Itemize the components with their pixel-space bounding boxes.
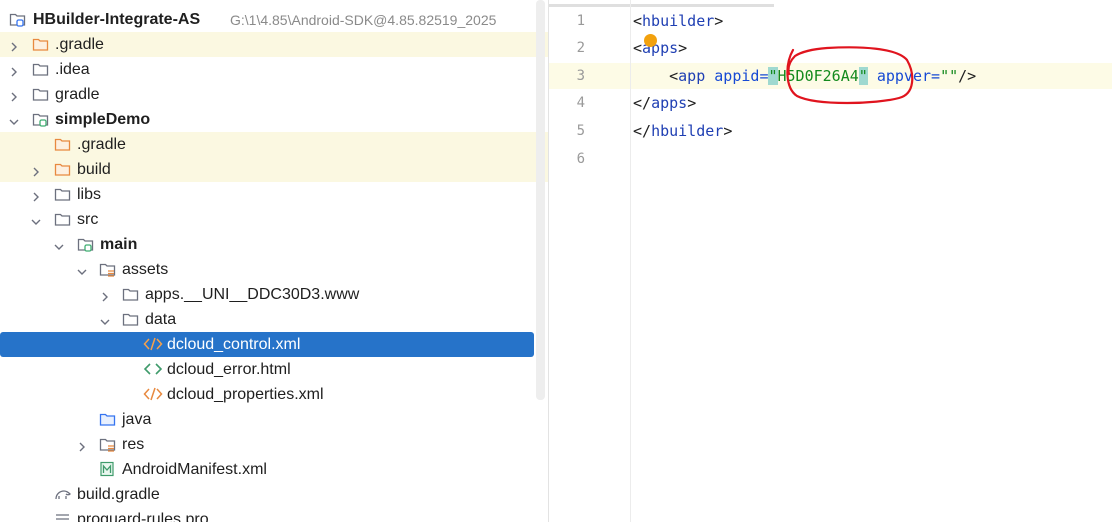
chevron-right-icon[interactable] <box>9 89 19 102</box>
tree-item-libs[interactable]: libs <box>0 182 548 207</box>
tree-scrollbar[interactable] <box>536 0 545 400</box>
folder-icon <box>32 61 49 77</box>
tree-item-label: src <box>77 211 99 228</box>
code-text: <hbuilder> <box>633 12 724 30</box>
tree-item-main[interactable]: main <box>0 232 548 257</box>
html-file-icon <box>143 361 163 377</box>
tree-item-label: AndroidManifest.xml <box>122 461 267 478</box>
chevron-down-icon[interactable] <box>100 314 110 325</box>
folder-icon <box>32 86 49 102</box>
text-file-icon <box>54 511 71 522</box>
tree-item-label: main <box>100 236 138 253</box>
java-source-folder-icon <box>99 411 116 427</box>
folder-icon <box>54 186 71 202</box>
tree-item-build-gradle[interactable]: build.gradle <box>0 482 548 507</box>
line-number: 5 <box>576 123 585 139</box>
folder-orange-icon <box>54 161 71 177</box>
line-number: 1 <box>576 13 585 29</box>
tree-item-proguard-rules[interactable]: proguard-rules.pro <box>0 507 548 522</box>
manifest-file-icon <box>99 461 116 477</box>
chevron-down-icon[interactable] <box>9 114 19 125</box>
tree-item-label: java <box>122 411 152 428</box>
tree-item-label: dcloud_properties.xml <box>167 386 324 403</box>
tree-item-label: libs <box>77 186 102 203</box>
intention-bulb-icon[interactable] <box>644 34 657 47</box>
chevron-down-icon[interactable] <box>54 239 64 250</box>
tree-item-dcloud-error-html[interactable]: dcloud_error.html <box>0 357 548 382</box>
project-name: HBuilder-Integrate-AS <box>33 11 201 28</box>
line-number: 2 <box>576 40 585 56</box>
chevron-right-icon[interactable] <box>9 64 19 77</box>
tree-item-dcloud-control-xml[interactable]: dcloud_control.xml <box>0 332 534 357</box>
tree-item-res[interactable]: res <box>0 432 548 457</box>
tree-item-label: gradle <box>55 86 100 103</box>
tree-item-label: simpleDemo <box>55 111 151 128</box>
tree-item-label: build.gradle <box>77 486 160 503</box>
source-root-folder-icon <box>77 236 94 252</box>
tree-item-java[interactable]: java <box>0 407 548 432</box>
folder-orange-icon <box>32 36 49 52</box>
chevron-right-icon[interactable] <box>31 189 41 202</box>
tree-item-label: .gradle <box>77 136 126 153</box>
chevron-down-icon[interactable] <box>77 264 87 275</box>
chevron-right-icon[interactable] <box>100 289 110 302</box>
tree-item-android-manifest[interactable]: AndroidManifest.xml <box>0 457 548 482</box>
red-circle-annotation <box>786 46 914 105</box>
project-path: G:\1\4.85\Android-SDK@4.85.82519_2025 <box>230 12 497 28</box>
folder-icon <box>122 311 139 327</box>
code-editor[interactable]: 1 <hbuilder> 2 <apps> 3 <app appid="H5D0… <box>549 0 1112 522</box>
module-folder-icon <box>32 111 49 127</box>
tree-item-label: assets <box>122 261 169 278</box>
code-text: </apps> <box>633 94 697 112</box>
tree-item-label: apps.__UNI__DDC30D3.www <box>145 286 360 303</box>
chevron-right-icon[interactable] <box>31 164 41 177</box>
chevron-right-icon[interactable] <box>9 39 19 52</box>
tree-item-dcloud-properties-xml[interactable]: dcloud_properties.xml <box>0 382 548 407</box>
resources-folder-icon <box>99 436 116 452</box>
tree-item-data[interactable]: data <box>0 307 548 332</box>
tree-item-label: data <box>145 311 177 328</box>
tree-item-simpledemo[interactable]: simpleDemo <box>0 107 548 132</box>
code-line[interactable]: 5 </hbuilder> <box>549 118 1112 145</box>
folder-icon <box>54 211 71 227</box>
line-number: 4 <box>576 95 585 111</box>
xml-file-icon <box>143 386 163 402</box>
chevron-down-icon[interactable] <box>31 214 41 225</box>
tree-item-idea[interactable]: .idea <box>0 57 548 82</box>
code-text: <apps> <box>633 39 688 57</box>
tree-item-gradle[interactable]: gradle <box>0 82 548 107</box>
chevron-right-icon[interactable] <box>77 439 87 452</box>
folder-orange-icon <box>54 136 71 152</box>
tree-item-label: .gradle <box>55 36 104 53</box>
tree-item-label: dcloud_control.xml <box>167 336 301 353</box>
module-folder-icon <box>9 11 26 27</box>
tree-item-label: res <box>122 436 145 453</box>
tree-item-label: proguard-rules.pro <box>77 511 209 522</box>
resources-folder-icon <box>99 261 116 277</box>
gradle-file-icon <box>54 486 71 502</box>
code-line[interactable]: 1 <hbuilder> <box>549 8 1112 35</box>
tree-item-label: build <box>77 161 111 178</box>
tree-item-module-gradle-cache[interactable]: .gradle <box>0 132 548 157</box>
line-number: 6 <box>576 151 585 167</box>
tree-item-label: dcloud_error.html <box>167 361 291 378</box>
tree-item-src[interactable]: src <box>0 207 548 232</box>
code-text: </hbuilder> <box>633 122 733 140</box>
xml-file-icon <box>143 336 163 352</box>
editor-scroll-indicator <box>549 4 774 7</box>
line-number: 3 <box>576 68 585 84</box>
project-tree-panel: HBuilder-Integrate-AS G:\1\4.85\Android-… <box>0 0 548 522</box>
folder-icon <box>122 286 139 302</box>
tree-item-label: .idea <box>55 61 90 78</box>
tree-item-build[interactable]: build <box>0 157 548 182</box>
code-line[interactable]: 6 <box>549 146 1112 173</box>
tree-item-gradle-cache[interactable]: .gradle <box>0 32 548 57</box>
tree-item-assets[interactable]: assets <box>0 257 548 282</box>
tree-item-apps-www[interactable]: apps.__UNI__DDC30D3.www <box>0 282 548 307</box>
tree-item-root[interactable]: HBuilder-Integrate-AS G:\1\4.85\Android-… <box>0 7 548 32</box>
